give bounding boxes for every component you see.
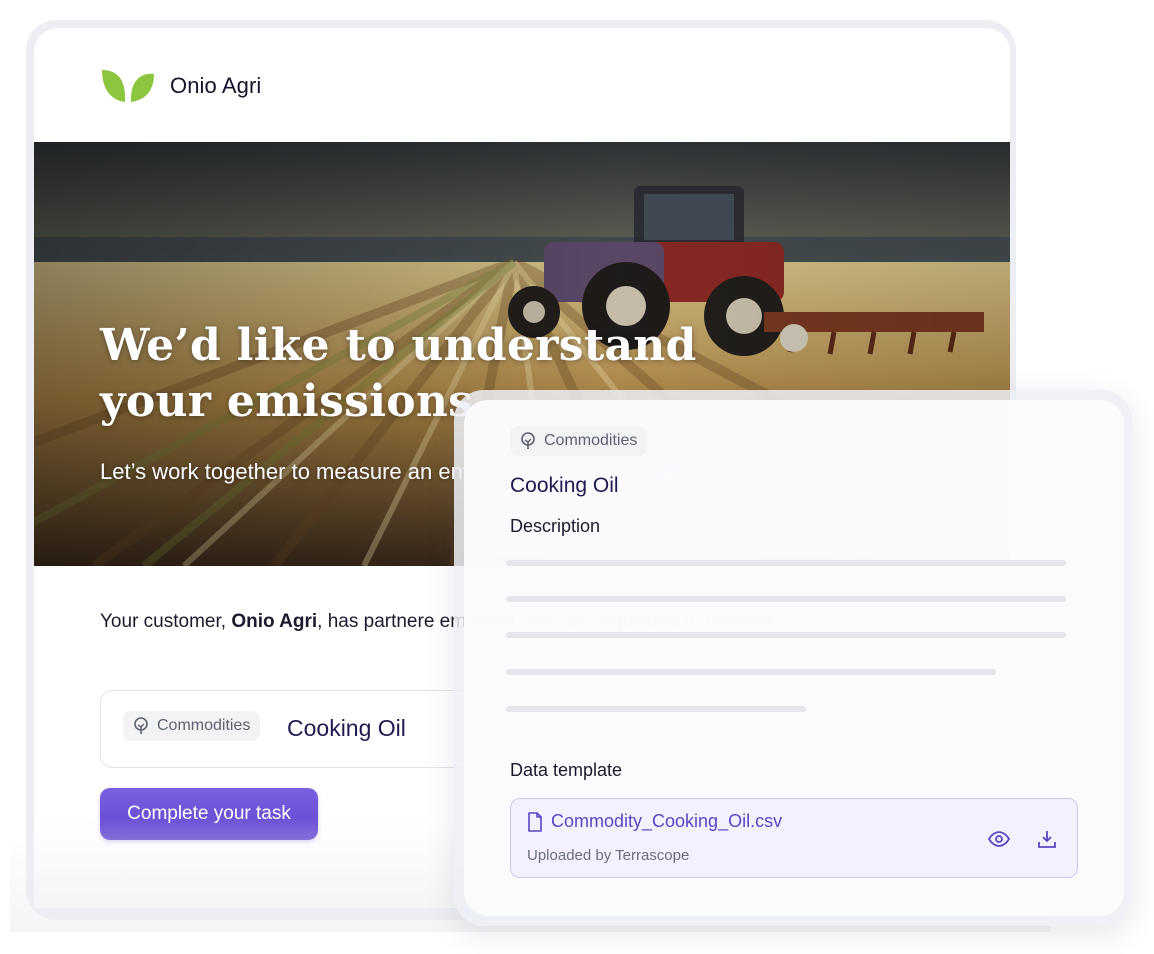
description-label: Description <box>510 516 601 536</box>
file-uploader: Uploaded by Terrascope <box>527 847 690 864</box>
category-chip-label: Commodities <box>157 717 251 734</box>
panel-category-chip: Commodities <box>510 426 648 456</box>
description-placeholder-line <box>506 560 1066 566</box>
task-name: Cooking Oil <box>287 715 406 741</box>
file-attachment[interactable]: Commodity_Cooking_Oil.csv Uploaded by Te… <box>510 798 1078 878</box>
data-template-label: Data template <box>510 760 623 780</box>
category-chip: Commodities <box>123 711 261 741</box>
description-placeholder-line <box>506 669 996 675</box>
description-placeholder-line <box>506 632 1066 638</box>
file-link[interactable]: Commodity_Cooking_Oil.csv <box>527 811 782 832</box>
detail-panel: Commodities Cooking Oil Description Data… <box>464 400 1124 916</box>
download-button[interactable] <box>1035 827 1059 851</box>
file-icon <box>528 811 542 832</box>
panel-chip-label: Commodities <box>544 432 638 449</box>
brand-name: Onio Agri <box>170 73 262 98</box>
customer-name: Onio Agri <box>231 611 318 632</box>
preview-button[interactable] <box>987 827 1011 851</box>
eye-icon <box>988 831 1010 847</box>
tree-icon <box>521 432 535 449</box>
body-prefix: Your customer, <box>100 611 232 632</box>
description-placeholder-line <box>506 596 1066 602</box>
description-placeholder-line <box>506 706 806 712</box>
file-name: Commodity_Cooking_Oil.csv <box>551 811 783 831</box>
brand-header: Onio Agri <box>100 68 261 104</box>
leaf-logo-icon <box>102 70 154 102</box>
download-icon <box>1038 831 1056 848</box>
tree-icon <box>134 717 148 734</box>
panel-title: Cooking Oil <box>510 474 619 497</box>
